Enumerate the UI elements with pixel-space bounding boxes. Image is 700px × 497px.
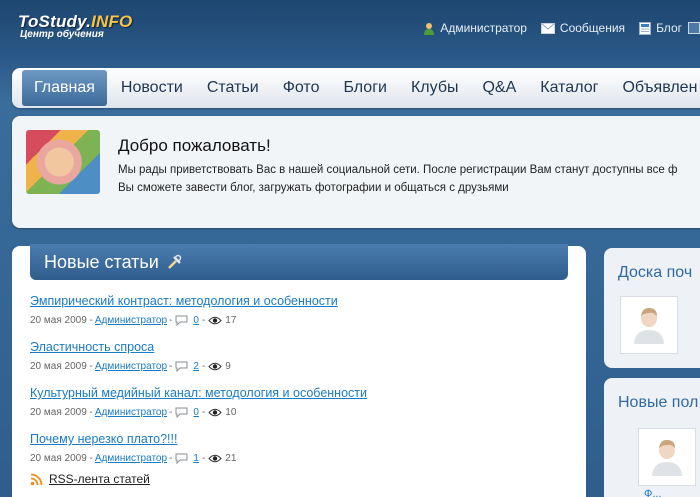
article-link[interactable]: Почему нерезко плато?!!! — [30, 432, 177, 446]
article-link[interactable]: Культурный медийный канал: методология и… — [30, 386, 367, 400]
author-link[interactable]: Администратор — [95, 315, 167, 326]
toplink-label: Сообщения — [559, 21, 626, 35]
welcome-panel: Добро пожаловать! Мы рады приветствовать… — [12, 116, 700, 228]
article-meta: 20 мая 2009 - Администратор - 0- 10 — [30, 407, 237, 418]
comment-icon — [175, 407, 188, 418]
toplink-admin[interactable]: Администратор — [423, 21, 527, 35]
comment-count[interactable]: 1 — [193, 453, 199, 464]
nav-blogs[interactable]: Блоги — [331, 68, 399, 108]
rss-link[interactable]: RSS-лента статей — [49, 472, 150, 486]
board-title: Доска поч — [618, 264, 693, 281]
avatar[interactable] — [638, 428, 696, 486]
comment-icon — [175, 453, 188, 464]
nav-clubs[interactable]: Клубы — [399, 68, 471, 108]
view-count: 10 — [225, 407, 237, 418]
toplink-blog[interactable]: Блог — [639, 21, 682, 35]
window-icon[interactable] — [688, 22, 700, 34]
nav-home[interactable]: Главная — [22, 70, 107, 106]
welcome-image — [26, 130, 100, 194]
mail-icon — [540, 22, 555, 34]
comment-count[interactable]: 0 — [193, 407, 199, 418]
toplink-label: Блог — [656, 21, 682, 35]
toplink-messages[interactable]: Сообщения — [540, 21, 626, 35]
author-link[interactable]: Администратор — [95, 407, 167, 418]
list-item: Почему нерезко плато?!!! 20 мая 2009 - А… — [30, 430, 570, 464]
article-date: 20 мая 2009 — [30, 361, 87, 372]
rss-feed[interactable]: RSS-лента статей — [30, 472, 150, 486]
welcome-line: Мы рады приветствовать Вас в нашей социа… — [118, 164, 678, 176]
nav-catalog[interactable]: Каталог — [528, 68, 610, 108]
new-users-title: Новые пол — [618, 394, 699, 411]
comment-count[interactable]: 0 — [193, 315, 199, 326]
eye-icon — [208, 454, 222, 463]
comment-icon — [175, 315, 188, 326]
nav-qa[interactable]: Q&A — [470, 68, 528, 108]
article-meta: 20 мая 2009 - Администратор - 0- 17 — [30, 315, 237, 326]
nav-news[interactable]: Новости — [109, 68, 195, 108]
comment-count[interactable]: 2 — [193, 361, 199, 372]
welcome-text: Мы рады приветствовать Вас в нашей социа… — [118, 161, 698, 197]
blog-icon — [639, 21, 652, 35]
eye-icon — [208, 362, 222, 371]
nav-photo[interactable]: Фото — [271, 68, 332, 108]
board-panel: Доска поч — [604, 248, 700, 368]
article-date: 20 мая 2009 — [30, 315, 87, 326]
article-meta: 20 мая 2009 - Администратор - 2- 9 — [30, 361, 231, 372]
author-link[interactable]: Администратор — [95, 453, 167, 464]
new-articles-title: Новые статьи — [44, 251, 159, 272]
rss-icon — [30, 473, 43, 486]
list-item: Эмпирический контраст: методология и осо… — [30, 292, 570, 326]
article-link[interactable]: Эмпирический контраст: методология и осо… — [30, 294, 338, 308]
nav-articles[interactable]: Статьи — [195, 68, 271, 108]
view-count: 21 — [225, 453, 237, 464]
eye-icon — [208, 316, 222, 325]
comment-icon — [175, 361, 188, 372]
eye-icon — [208, 408, 222, 417]
list-item: Эластичность спроса 20 мая 2009 - Админи… — [30, 338, 570, 372]
article-meta: 20 мая 2009 - Администратор - 1- 21 — [30, 453, 237, 464]
article-date: 20 мая 2009 — [30, 407, 87, 418]
welcome-title: Добро пожаловать! — [118, 136, 271, 155]
article-list: Эмпирический контраст: методология и осо… — [30, 292, 570, 476]
welcome-line: Вы сможете завести блог, загружать фотог… — [118, 182, 509, 194]
new-articles-header: Новые статьи — [30, 244, 568, 280]
new-users-panel: Новые пол Ф... — [604, 378, 700, 497]
avatar[interactable] — [620, 296, 678, 354]
view-count: 17 — [225, 315, 237, 326]
toplink-label: Администратор — [440, 21, 527, 35]
main-nav: Главная Новости Статьи Фото Блоги Клубы … — [12, 68, 700, 108]
top-links: Администратор Сообщения Блог — [409, 20, 700, 36]
article-date: 20 мая 2009 — [30, 453, 87, 464]
list-item: Культурный медийный канал: методология и… — [30, 384, 570, 418]
user-icon — [423, 22, 435, 35]
tools-icon[interactable] — [167, 254, 183, 270]
author-link[interactable]: Администратор — [95, 361, 167, 372]
new-articles-panel: Новые статьи Эмпирический контраст: мето… — [12, 244, 586, 497]
nav-ads[interactable]: Объявлен — [610, 68, 700, 108]
article-link[interactable]: Эластичность спроса — [30, 340, 154, 354]
new-user-link[interactable]: Ф... — [644, 488, 662, 497]
view-count: 9 — [225, 361, 231, 372]
site-logo[interactable]: ToStudy.INFO Центр обучения — [18, 12, 132, 40]
